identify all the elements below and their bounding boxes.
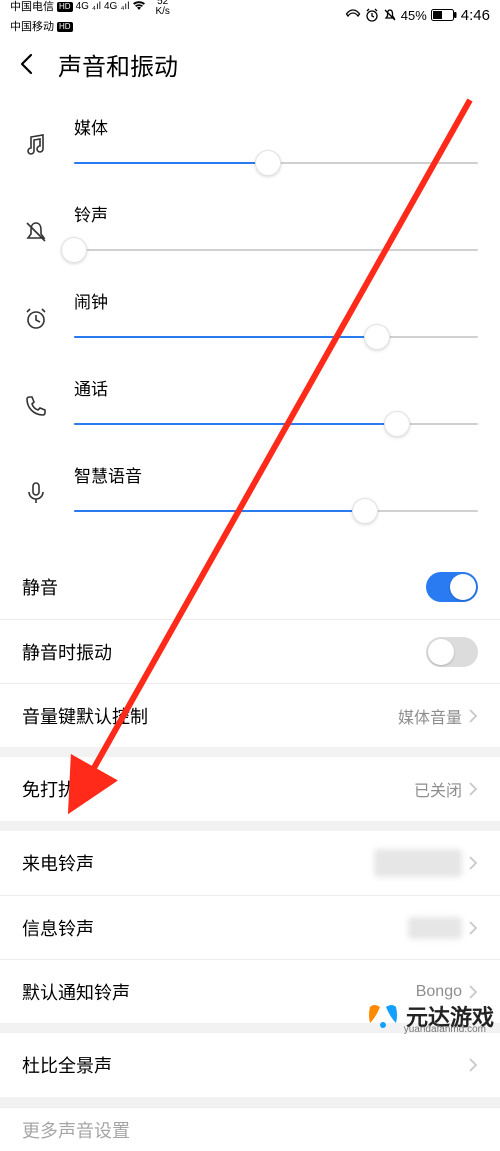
group-ringtones: 来电铃声 卡一卡二卡 信息铃声 Bongo 默认通知铃声 Bongo bbox=[0, 831, 500, 1023]
slider-media: 媒体 bbox=[0, 102, 500, 189]
net-speed: 52 K/s bbox=[155, 0, 169, 17]
slider-thumb[interactable] bbox=[61, 237, 87, 263]
row-ringtone-call[interactable]: 来电铃声 卡一卡二卡 bbox=[0, 831, 500, 895]
group-silent: 静音 静音时振动 音量键默认控制 媒体音量 bbox=[0, 555, 500, 747]
slider-call-label: 通话 bbox=[74, 375, 478, 400]
slider-alarm: 闹钟 bbox=[0, 276, 500, 363]
net-speed-unit: K/s bbox=[155, 7, 169, 17]
watermark-url: yuandafanmd.com bbox=[404, 1024, 486, 1035]
alarm-clock-icon bbox=[22, 288, 50, 332]
watermark-logo-icon bbox=[366, 999, 400, 1033]
slider-thumb[interactable] bbox=[352, 498, 378, 524]
wifi-icon bbox=[132, 1, 146, 14]
slider-voice: 智慧语音 bbox=[0, 450, 500, 537]
slider-media-label: 媒体 bbox=[74, 114, 478, 139]
row-more-label: 更多声音设置 bbox=[22, 1117, 130, 1143]
row-volume-key[interactable]: 音量键默认控制 媒体音量 bbox=[0, 683, 500, 747]
slider-call: 通话 bbox=[0, 363, 500, 450]
watermark: 元达游戏 yuandafanmd.com bbox=[366, 999, 494, 1033]
chevron-right-icon bbox=[468, 708, 478, 724]
slider-ring: 铃声 bbox=[0, 189, 500, 276]
page-header: 声音和振动 bbox=[0, 30, 500, 98]
slider-ring-track[interactable] bbox=[74, 236, 478, 264]
toggle-silent[interactable] bbox=[426, 572, 478, 602]
page-title: 声音和振动 bbox=[58, 47, 178, 82]
phone-icon bbox=[22, 375, 50, 419]
status-right: 45% 4:46 bbox=[345, 7, 490, 24]
slider-thumb[interactable] bbox=[384, 411, 410, 437]
slider-alarm-track[interactable] bbox=[74, 323, 478, 351]
bell-mute-icon bbox=[22, 201, 50, 245]
sliders-section: 媒体 铃声 闹钟 bbox=[0, 98, 500, 555]
row-more-sound[interactable]: 更多声音设置 bbox=[0, 1107, 500, 1151]
back-button[interactable] bbox=[14, 51, 40, 77]
status-left: 中国电信 HD 4G ₄ıl 4G ₄ıl 52 K/s 中国移动 HD bbox=[10, 0, 170, 33]
microphone-icon bbox=[22, 462, 50, 506]
group-dnd: 免打扰 已关闭 bbox=[0, 757, 500, 821]
row-silent[interactable]: 静音 bbox=[0, 555, 500, 619]
carrier-1: 中国电信 HD 4G ₄ıl 4G ₄ıl 52 K/s bbox=[10, 0, 170, 17]
chevron-right-icon bbox=[468, 855, 478, 871]
row-dolby-label: 杜比全景声 bbox=[22, 1052, 112, 1078]
row-ringtone-msg[interactable]: 信息铃声 Bongo bbox=[0, 895, 500, 959]
row-volume-key-value: 媒体音量 bbox=[398, 704, 462, 728]
slider-ring-label: 铃声 bbox=[74, 201, 478, 226]
row-dnd[interactable]: 免打扰 已关闭 bbox=[0, 757, 500, 821]
music-note-icon bbox=[22, 114, 50, 158]
chevron-right-icon bbox=[468, 1057, 478, 1073]
row-dnd-value: 已关闭 bbox=[414, 777, 462, 801]
carrier-2-name: 中国移动 bbox=[10, 21, 54, 33]
battery-pct: 45% bbox=[401, 8, 427, 23]
row-dolby[interactable]: 杜比全景声 bbox=[0, 1033, 500, 1097]
status-time: 4:46 bbox=[461, 7, 490, 24]
battery-icon bbox=[431, 9, 457, 21]
eye-comfort-icon bbox=[345, 9, 361, 21]
row-dnd-label: 免打扰 bbox=[22, 776, 76, 802]
group-dolby: 杜比全景声 bbox=[0, 1033, 500, 1097]
slider-call-track[interactable] bbox=[74, 410, 478, 438]
row-silent-label: 静音 bbox=[22, 574, 58, 600]
slider-voice-track[interactable] bbox=[74, 497, 478, 525]
hd-badge-2: HD bbox=[57, 22, 73, 32]
chevron-right-icon bbox=[468, 984, 478, 1000]
mute-icon bbox=[383, 8, 397, 22]
carrier-1-name: 中国电信 bbox=[10, 1, 54, 13]
sig-4g-1: 4G bbox=[76, 1, 89, 13]
slider-media-track[interactable] bbox=[74, 149, 478, 177]
alarm-set-icon bbox=[365, 8, 379, 22]
row-ringtone-call-value: 卡一卡二卡 bbox=[374, 849, 462, 877]
slider-thumb[interactable] bbox=[255, 150, 281, 176]
status-bar: 中国电信 HD 4G ₄ıl 4G ₄ıl 52 K/s 中国移动 HD bbox=[0, 0, 500, 30]
sig-4g-2: 4G bbox=[104, 1, 117, 13]
row-ringtone-msg-value: Bongo bbox=[408, 917, 462, 939]
row-ringtone-msg-label: 信息铃声 bbox=[22, 915, 94, 941]
row-ringtone-def-value: Bongo bbox=[416, 983, 462, 1001]
chevron-right-icon bbox=[468, 781, 478, 797]
row-vibrate-silent-label: 静音时振动 bbox=[22, 639, 112, 665]
slider-voice-label: 智慧语音 bbox=[74, 462, 478, 487]
toggle-vibrate-silent[interactable] bbox=[426, 637, 478, 667]
row-vibrate-silent[interactable]: 静音时振动 bbox=[0, 619, 500, 683]
row-ringtone-def-label: 默认通知铃声 bbox=[22, 979, 130, 1005]
row-ringtone-call-label: 来电铃声 bbox=[22, 850, 94, 876]
carrier-2: 中国移动 HD bbox=[10, 21, 73, 33]
hd-badge-1: HD bbox=[57, 2, 73, 12]
slider-thumb[interactable] bbox=[364, 324, 390, 350]
row-volume-key-label: 音量键默认控制 bbox=[22, 703, 148, 729]
chevron-right-icon bbox=[468, 920, 478, 936]
slider-alarm-label: 闹钟 bbox=[74, 288, 478, 313]
